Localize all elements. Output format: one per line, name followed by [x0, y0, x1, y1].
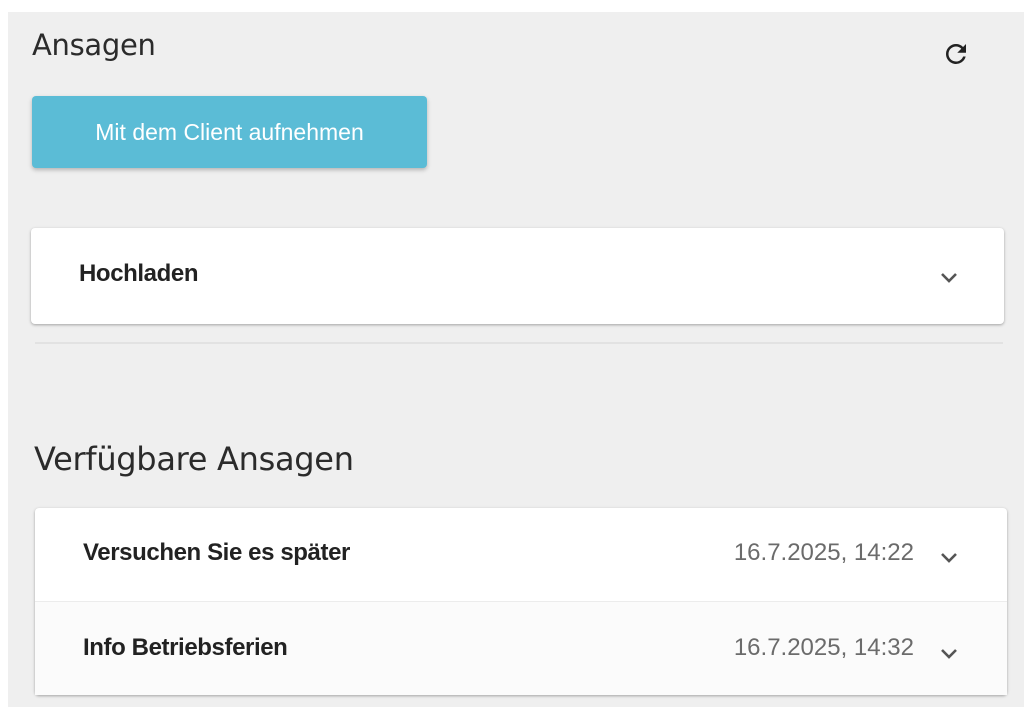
upload-expansion-panel[interactable]: Hochladen [31, 228, 1004, 324]
list-item[interactable]: Versuchen Sie es später 16.7.2025, 14:22 [35, 508, 1007, 602]
available-announcements-title: Verfügbare Ansagen [34, 440, 354, 478]
upload-label: Hochladen [79, 260, 199, 287]
chevron-down-icon[interactable] [937, 546, 961, 570]
chevron-down-icon[interactable] [937, 642, 961, 666]
list-item[interactable]: Info Betriebsferien 16.7.2025, 14:32 [35, 602, 1007, 695]
announcement-date: 16.7.2025, 14:22 [733, 539, 914, 566]
announcements-panel: Ansagen Mit dem Client aufnehmen Hochlad… [8, 12, 1024, 707]
section-divider [35, 342, 1003, 344]
refresh-button[interactable] [938, 36, 974, 72]
record-with-client-button[interactable]: Mit dem Client aufnehmen [32, 96, 427, 168]
announcements-list: Versuchen Sie es später 16.7.2025, 14:22… [35, 508, 1007, 695]
refresh-icon [946, 44, 966, 64]
chevron-down-icon[interactable] [937, 266, 961, 290]
announcement-name: Info Betriebsferien [83, 634, 288, 661]
announcement-name: Versuchen Sie es später [83, 539, 350, 566]
page-title: Ansagen [32, 28, 156, 62]
announcement-date: 16.7.2025, 14:32 [733, 634, 914, 661]
